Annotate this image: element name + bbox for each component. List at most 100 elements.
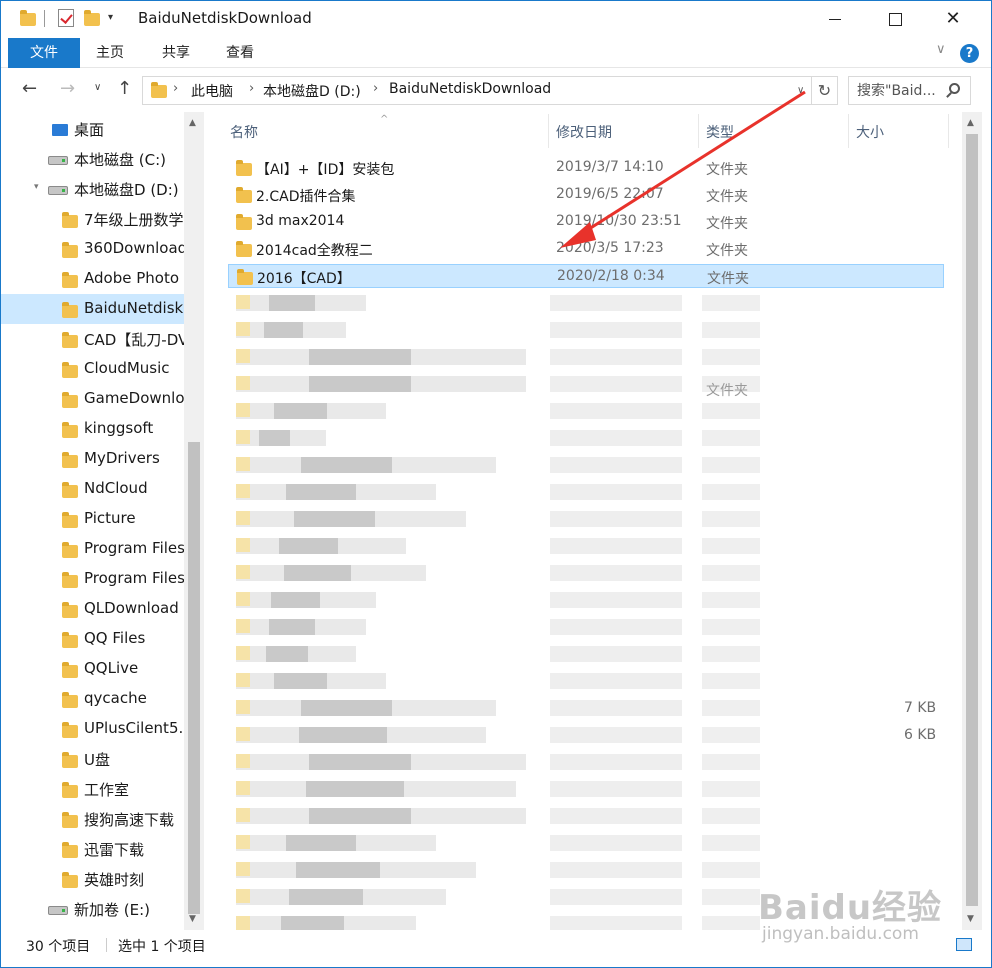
- nav-tree-item[interactable]: ▾ 本地磁盘D (D:): [0, 174, 184, 204]
- obscured-file-row[interactable]: [228, 831, 944, 855]
- breadcrumb-current-folder[interactable]: BaiduNetdiskDownload: [389, 81, 551, 97]
- nav-tree-item[interactable]: 桌面: [0, 114, 184, 144]
- breadcrumb-separator[interactable]: ›: [249, 81, 254, 96]
- nav-tree-item[interactable]: Program Files: [0, 534, 185, 564]
- obscured-file-row[interactable]: [228, 345, 944, 369]
- tab-view[interactable]: 查看: [226, 38, 254, 68]
- help-icon[interactable]: ?: [960, 44, 979, 63]
- obscured-file-row[interactable]: [228, 399, 944, 423]
- back-button[interactable]: ←: [22, 78, 37, 99]
- file-row[interactable]: 2014cad全教程二 2020/3/5 17:23 文件夹: [228, 237, 944, 261]
- column-divider[interactable]: [548, 114, 549, 148]
- nav-tree-item[interactable]: U盘: [0, 744, 184, 774]
- column-header-name[interactable]: 名称: [230, 122, 258, 142]
- nav-tree-item[interactable]: BaiduNetdiskI: [0, 294, 188, 324]
- nav-tree-item[interactable]: 本地磁盘 (C:): [0, 144, 184, 174]
- nav-tree-item[interactable]: MyDrivers: [0, 444, 184, 474]
- obscured-file-row[interactable]: [228, 372, 944, 396]
- tab-home[interactable]: 主页: [96, 38, 124, 68]
- obscured-file-row[interactable]: [228, 318, 944, 342]
- quick-access-dropdown-icon[interactable]: ▾: [108, 12, 113, 23]
- column-header-date[interactable]: 修改日期: [556, 122, 612, 142]
- obscured-file-row[interactable]: [228, 588, 944, 612]
- obscured-file-row[interactable]: [228, 669, 944, 693]
- nav-tree-item[interactable]: CloudMusic: [0, 354, 184, 384]
- nav-tree-item[interactable]: Program Files: [0, 564, 185, 594]
- obscured-file-row[interactable]: [228, 507, 944, 531]
- address-bar[interactable]: › 此电脑 › 本地磁盘D (D:) › BaiduNetdiskDownloa…: [142, 76, 812, 105]
- search-input[interactable]: [849, 77, 949, 104]
- obscured-file-row[interactable]: [228, 480, 944, 504]
- column-header-type[interactable]: 类型: [706, 122, 734, 142]
- new-folder-icon[interactable]: [84, 10, 100, 26]
- obscured-file-row[interactable]: [228, 426, 944, 450]
- nav-tree-item[interactable]: NdCloud: [0, 474, 184, 504]
- properties-check-icon[interactable]: [58, 9, 74, 27]
- scroll-down-icon[interactable]: ▼: [189, 914, 196, 924]
- column-divider[interactable]: [698, 114, 699, 148]
- obscured-file-row[interactable]: [228, 777, 944, 801]
- nav-tree-item[interactable]: 迅雷下载: [0, 834, 184, 864]
- tab-file[interactable]: 文件: [8, 38, 80, 68]
- nav-tree-item[interactable]: 搜狗高速下载: [0, 804, 184, 834]
- file-list-scroll-thumb[interactable]: [966, 134, 978, 906]
- file-row[interactable]: 2.CAD插件合集 2019/6/5 22:07 文件夹: [228, 183, 944, 207]
- breadcrumb-this-pc[interactable]: 此电脑: [191, 81, 233, 101]
- navigation-pane-scrollbar[interactable]: ▲ ▼: [184, 112, 204, 930]
- quick-access-folder-icon[interactable]: [20, 10, 36, 26]
- nav-tree-item[interactable]: QLDownload: [0, 594, 184, 624]
- obscured-file-row[interactable]: [228, 561, 944, 585]
- maximize-button[interactable]: [872, 0, 918, 38]
- column-divider[interactable]: [848, 114, 849, 148]
- scroll-up-icon[interactable]: ▲: [967, 118, 974, 128]
- obscured-file-row[interactable]: [228, 696, 944, 720]
- nav-tree-item[interactable]: 新加卷 (E:): [0, 894, 184, 924]
- nav-tree-item[interactable]: Picture: [0, 504, 184, 534]
- obscured-file-row[interactable]: [228, 615, 944, 639]
- nav-tree-item[interactable]: 7年级上册数学: [0, 204, 184, 234]
- nav-tree-item[interactable]: Adobe Photo: [0, 264, 184, 294]
- nav-tree-item[interactable]: 工作室: [0, 774, 184, 804]
- details-view-icon[interactable]: [956, 938, 972, 951]
- search-box[interactable]: [848, 76, 971, 105]
- obscured-file-row[interactable]: [228, 642, 944, 666]
- obscured-file-row[interactable]: [228, 858, 944, 882]
- tab-share[interactable]: 共享: [162, 38, 190, 68]
- nav-tree-item[interactable]: GameDownlo: [0, 384, 185, 414]
- up-button[interactable]: ↑: [117, 78, 132, 99]
- nav-tree-item[interactable]: 360Download: [0, 234, 187, 264]
- forward-button[interactable]: →: [60, 78, 75, 99]
- scroll-up-icon[interactable]: ▲: [189, 118, 196, 128]
- breadcrumb-separator[interactable]: ›: [373, 81, 378, 96]
- nav-tree-item[interactable]: UPlusCilent5.(: [0, 714, 189, 744]
- nav-tree-item[interactable]: CAD【乱刀-DV: [0, 324, 188, 354]
- recent-locations-dropdown[interactable]: ∨: [94, 82, 101, 93]
- column-header-size[interactable]: 大小: [856, 122, 884, 142]
- obscured-file-row[interactable]: [228, 453, 944, 477]
- nav-tree-item[interactable]: QQ Files: [0, 624, 184, 654]
- nav-tree-item[interactable]: kinggsoft: [0, 414, 184, 444]
- nav-tree-item[interactable]: QQLive: [0, 654, 184, 684]
- obscured-file-row[interactable]: [228, 723, 944, 747]
- obscured-file-row[interactable]: [228, 534, 944, 558]
- expand-ribbon-icon[interactable]: ∨: [936, 42, 946, 57]
- close-button[interactable]: ✕: [930, 0, 976, 38]
- file-list-scrollbar[interactable]: ▲ ▼: [962, 112, 982, 930]
- refresh-button[interactable]: ↻: [812, 76, 838, 105]
- navigation-pane-scroll-thumb[interactable]: [188, 442, 200, 914]
- nav-tree-item[interactable]: 英雄时刻: [0, 864, 184, 894]
- minimize-button[interactable]: [812, 0, 858, 38]
- search-icon[interactable]: [949, 83, 960, 94]
- file-row[interactable]: 【AI】+【ID】安装包 2019/3/7 14:10 文件夹: [228, 156, 944, 180]
- scroll-down-icon[interactable]: ▼: [967, 914, 974, 924]
- chevron-down-icon[interactable]: ▾: [34, 182, 39, 192]
- breadcrumb-drive-d[interactable]: 本地磁盘D (D:): [263, 81, 361, 101]
- address-dropdown-icon[interactable]: ∨: [797, 85, 804, 96]
- column-divider[interactable]: [948, 114, 949, 148]
- file-row[interactable]: 2016【CAD】 2020/2/18 0:34 文件夹: [228, 264, 944, 288]
- obscured-file-row[interactable]: [228, 804, 944, 828]
- breadcrumb-separator[interactable]: ›: [173, 81, 178, 96]
- obscured-file-row[interactable]: [228, 750, 944, 774]
- file-row[interactable]: 3d max2014 2019/10/30 23:51 文件夹: [228, 210, 944, 234]
- obscured-file-row[interactable]: [228, 291, 944, 315]
